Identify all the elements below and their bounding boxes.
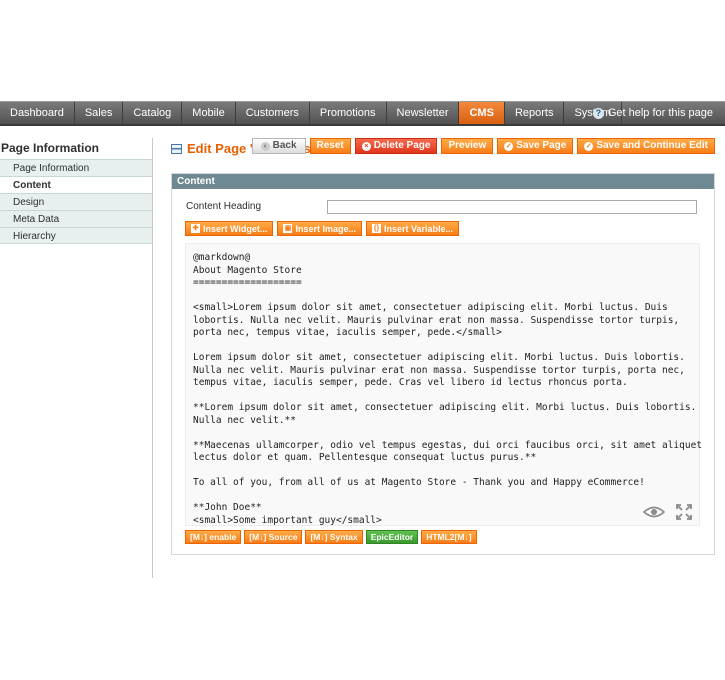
markdown-toolbar: [M↓] enable [M↓] Source [M↓] Syntax Epic… (185, 530, 477, 544)
help-icon: ? (592, 107, 604, 119)
nav-reports[interactable]: Reports (505, 102, 565, 124)
fullscreen-icon[interactable] (676, 504, 692, 520)
insert-image-label: Insert Image... (295, 223, 356, 234)
sidebar-title: Page Information (1, 141, 100, 155)
save-continue-button-label: Save and Continue Edit (596, 140, 708, 151)
sidebar-item-page-information[interactable]: Page Information (0, 159, 152, 176)
save-continue-button[interactable]: ✓ Save and Continue Edit (577, 138, 715, 154)
delete-icon: × (361, 141, 371, 151)
preview-button-label: Preview (448, 140, 487, 151)
nav-promotions[interactable]: Promotions (310, 102, 387, 124)
insert-widget-label: Insert Widget... (203, 223, 268, 234)
content-panel: Content Content Heading ✚ Insert Widget.… (171, 173, 715, 555)
check-icon: ✓ (504, 141, 514, 151)
save-page-button[interactable]: ✓ Save Page (497, 138, 574, 154)
help-link-label: Get help for this page (607, 107, 713, 119)
save-page-button-label: Save Page (516, 140, 567, 151)
delete-page-button-label: Delete Page (373, 140, 431, 151)
sidebar: Page Information Page Information Conten… (0, 138, 153, 578)
insert-widget-button[interactable]: ✚ Insert Widget... (185, 221, 274, 236)
sidebar-item-meta-data[interactable]: Meta Data (0, 210, 152, 227)
insert-variable-label: Insert Variable... (383, 223, 454, 234)
sidebar-item-hierarchy[interactable]: Hierarchy (0, 227, 152, 244)
reset-button-label: Reset (316, 140, 344, 151)
eye-icon[interactable] (643, 506, 665, 518)
insert-variable-button[interactable]: {} Insert Variable... (365, 221, 460, 236)
nav-dashboard[interactable]: Dashboard (0, 102, 75, 124)
page-toolbar: ‹ Back Reset × Delete Page Preview ✓ Sav… (251, 138, 715, 154)
image-icon: ▣ (283, 224, 293, 233)
preview-button[interactable]: Preview (441, 138, 494, 154)
content-heading-label: Content Heading (186, 201, 262, 212)
md-syntax-button[interactable]: [M↓] Syntax (305, 530, 363, 544)
md-source-button[interactable]: [M↓] Source (244, 530, 303, 544)
editor-text[interactable]: @markdown@ About Magento Store =========… (193, 252, 702, 527)
variable-icon: {} (371, 224, 381, 233)
page-icon (171, 143, 182, 154)
epic-editor-button[interactable]: EpicEditor (365, 530, 419, 544)
delete-page-button[interactable]: × Delete Page (354, 138, 438, 154)
nav-customers[interactable]: Customers (236, 102, 310, 124)
back-button[interactable]: ‹ Back (251, 138, 306, 154)
md-enable-button[interactable]: [M↓] enable (185, 530, 242, 544)
nav-catalog[interactable]: Catalog (123, 102, 183, 124)
sidebar-item-content[interactable]: Content (0, 176, 152, 193)
nav-newsletter[interactable]: Newsletter (387, 102, 460, 124)
back-arrow-icon: ‹ (260, 141, 270, 151)
nav-cms[interactable]: CMS (459, 102, 505, 124)
insert-toolbar: ✚ Insert Widget... ▣ Insert Image... {} … (185, 221, 460, 236)
panel-header: Content (172, 174, 714, 189)
main-navigation: Dashboard Sales Catalog Mobile Customers… (0, 101, 725, 126)
widget-icon: ✚ (191, 224, 200, 233)
help-link[interactable]: ? Get help for this page (592, 102, 713, 124)
nav-sales[interactable]: Sales (75, 102, 124, 124)
reset-button[interactable]: Reset (309, 138, 351, 154)
content-heading-input[interactable] (327, 200, 697, 214)
back-button-label: Back (272, 140, 297, 151)
check-icon: ✓ (584, 141, 594, 151)
html2md-button[interactable]: HTML2[M↓] (421, 530, 477, 544)
markdown-editor[interactable]: @markdown@ About Magento Store =========… (185, 243, 702, 527)
sidebar-item-design[interactable]: Design (0, 193, 152, 210)
insert-image-button[interactable]: ▣ Insert Image... (277, 221, 362, 236)
nav-mobile[interactable]: Mobile (182, 102, 236, 124)
